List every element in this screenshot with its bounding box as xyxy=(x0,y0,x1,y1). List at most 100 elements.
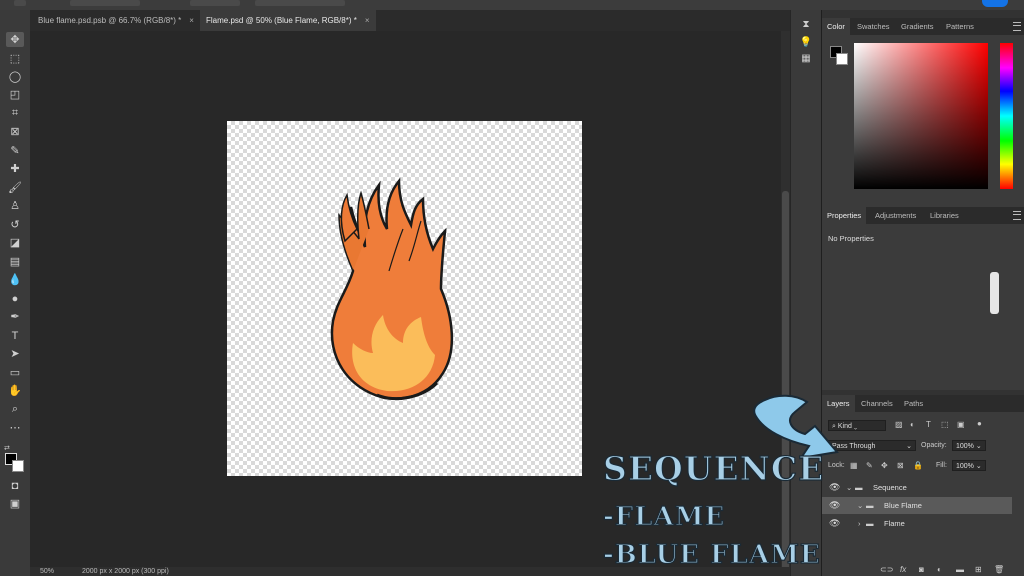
close-tab-icon[interactable]: × xyxy=(365,16,370,25)
filter-smart-object-icon[interactable]: ▣ xyxy=(957,420,965,429)
zoom-tool-icon[interactable]: ⌕ xyxy=(6,402,24,417)
learn-icon[interactable]: 💡 xyxy=(799,36,813,50)
tab-blue-flame[interactable]: Blue flame.psd.psb @ 66.7% (RGB/8*) * × xyxy=(32,10,200,31)
lock-artboard-icon[interactable]: ⊠ xyxy=(897,461,904,470)
no-properties-text: No Properties xyxy=(828,234,874,243)
gradient-tool-icon[interactable]: ▤ xyxy=(6,254,24,269)
folder-icon: ▬ xyxy=(855,483,863,492)
quick-mask-icon[interactable]: ◘ xyxy=(6,478,24,493)
pen-tool-icon[interactable]: ✒ xyxy=(6,309,24,324)
libraries-icon[interactable]: ▦ xyxy=(799,52,813,66)
fill-label: Fill: xyxy=(936,462,947,469)
eraser-tool-icon[interactable]: ◪ xyxy=(6,235,24,250)
trash-icon[interactable]: 🗑 xyxy=(994,565,1004,574)
opacity-label: Opacity: xyxy=(921,442,947,449)
tab-swatches[interactable]: Swatches xyxy=(852,18,895,35)
swap-colors-icon[interactable]: ⇄ xyxy=(4,444,10,452)
tab-properties[interactable]: Properties xyxy=(822,207,867,224)
tab-label: Blue flame.psd.psb @ 66.7% (RGB/8*) * xyxy=(38,16,182,25)
filter-toggle-icon[interactable]: ● xyxy=(977,419,982,428)
layer-row-blue-flame[interactable]: 👁 ⌄ ▬ Blue Flame xyxy=(822,497,1012,514)
layers-panel-tabs: Layers Channels Paths xyxy=(822,395,1024,412)
brush-tool-icon[interactable]: 🖌 xyxy=(6,180,24,195)
annotation-line-sequence: SEQUENCE xyxy=(602,449,825,488)
layer-row-flame[interactable]: 👁 › ▬ Flame xyxy=(822,515,1024,532)
clone-stamp-icon[interactable]: ♙ xyxy=(6,198,24,213)
path-select-icon[interactable]: ➤ xyxy=(6,346,24,361)
tab-color[interactable]: Color xyxy=(822,18,850,35)
panel-dock-strip: ⧗ 💡 ▦ xyxy=(790,10,821,576)
lock-all-icon[interactable]: 🔒 xyxy=(913,461,923,470)
hand-tool-icon[interactable]: ✋ xyxy=(6,383,24,398)
history-brush-icon[interactable]: ↺ xyxy=(6,217,24,232)
move-tool-icon[interactable]: ✥ xyxy=(6,32,24,47)
blur-tool-icon[interactable]: 💧 xyxy=(6,272,24,287)
tab-paths[interactable]: Paths xyxy=(899,395,928,412)
opacity-value: 100% xyxy=(956,443,974,450)
history-icon[interactable]: ⧗ xyxy=(799,18,813,32)
filter-adjustment-icon[interactable]: ◐ xyxy=(910,420,915,429)
lock-label: Lock: xyxy=(828,462,845,469)
close-tab-icon[interactable]: × xyxy=(189,16,194,25)
color-panel-tabs: Color Swatches Gradients Patterns xyxy=(822,18,1024,35)
mask-icon[interactable]: ◙ xyxy=(919,565,924,574)
marquee-tool-icon[interactable]: ⬚ xyxy=(6,51,24,66)
option-control[interactable] xyxy=(70,0,140,6)
color-picker-field[interactable] xyxy=(854,43,988,189)
document-canvas[interactable] xyxy=(227,121,582,476)
background-color-swatch[interactable] xyxy=(836,53,848,65)
object-select-tool-icon[interactable]: ◰ xyxy=(6,87,24,102)
lock-transparency-icon[interactable]: ▦ xyxy=(850,461,858,470)
option-control[interactable] xyxy=(190,0,240,6)
more-tools-icon[interactable]: ⋯ xyxy=(6,420,24,435)
expand-chevron-icon[interactable]: ⌄ xyxy=(846,479,852,496)
visibility-eye-icon[interactable]: 👁 xyxy=(829,479,840,496)
lasso-tool-icon[interactable]: ◯ xyxy=(6,69,24,84)
background-color-swatch[interactable] xyxy=(12,460,24,472)
properties-panel-tabs: Properties Adjustments Libraries xyxy=(822,207,1024,224)
layer-row-sequence[interactable]: 👁 ⌄ ▬ Sequence xyxy=(822,479,1024,496)
hue-slider[interactable] xyxy=(1000,43,1013,189)
new-group-icon[interactable]: ▬ xyxy=(956,565,964,574)
rectangle-tool-icon[interactable]: ▭ xyxy=(6,365,24,380)
tab-patterns[interactable]: Patterns xyxy=(941,18,979,35)
dodge-tool-icon[interactable]: ● xyxy=(6,291,24,306)
screen-mode-icon[interactable]: ▣ xyxy=(6,496,24,511)
scrollbar-thumb[interactable] xyxy=(782,191,789,571)
panel-menu-icon[interactable] xyxy=(1013,211,1021,220)
eyedropper-tool-icon[interactable]: ✎ xyxy=(6,143,24,158)
lock-position-icon[interactable]: ✥ xyxy=(881,461,888,470)
tab-libraries[interactable]: Libraries xyxy=(925,207,964,224)
visibility-eye-icon[interactable]: 👁 xyxy=(829,497,840,514)
home-icon[interactable] xyxy=(14,0,26,6)
document-info: 2000 px x 2000 px (300 ppi) xyxy=(82,568,169,575)
filter-type-icon[interactable]: T xyxy=(926,420,931,429)
new-layer-icon[interactable]: ⊞ xyxy=(975,565,982,574)
fill-value: 100% xyxy=(956,463,974,470)
tab-adjustments[interactable]: Adjustments xyxy=(870,207,921,224)
visibility-eye-icon[interactable]: 👁 xyxy=(829,515,840,532)
tab-gradients[interactable]: Gradients xyxy=(896,18,939,35)
tab-flame[interactable]: Flame.psd @ 50% (Blue Flame, RGB/8*) * × xyxy=(200,10,376,31)
panel-menu-icon[interactable] xyxy=(1013,22,1021,31)
healing-brush-icon[interactable]: ✚ xyxy=(6,161,24,176)
frame-tool-icon[interactable]: ⊠ xyxy=(6,124,24,139)
adjustment-icon[interactable]: ◐ xyxy=(937,565,942,574)
expand-chevron-icon[interactable]: ⌄ xyxy=(857,497,863,514)
zoom-level[interactable]: 50% xyxy=(40,567,54,576)
type-tool-icon[interactable]: T xyxy=(6,328,24,343)
filter-shape-icon[interactable]: ⬚ xyxy=(941,420,949,429)
properties-scroll-control[interactable] xyxy=(990,272,999,314)
share-button[interactable] xyxy=(982,0,1008,7)
collapse-chevron-icon[interactable]: › xyxy=(858,515,861,532)
option-control[interactable] xyxy=(255,0,345,6)
layer-name: Flame xyxy=(884,519,905,528)
fill-input[interactable]: 100% ⌄ xyxy=(952,460,986,471)
tab-channels[interactable]: Channels xyxy=(856,395,898,412)
link-icon[interactable]: ⊂⊃ xyxy=(880,565,893,574)
fx-icon[interactable]: fx xyxy=(900,565,906,574)
opacity-input[interactable]: 100% ⌄ xyxy=(952,440,986,451)
crop-tool-icon[interactable]: ⌗ xyxy=(6,106,24,121)
filter-pixel-icon[interactable]: ▨ xyxy=(895,420,903,429)
lock-pixels-icon[interactable]: ✎ xyxy=(866,461,873,470)
